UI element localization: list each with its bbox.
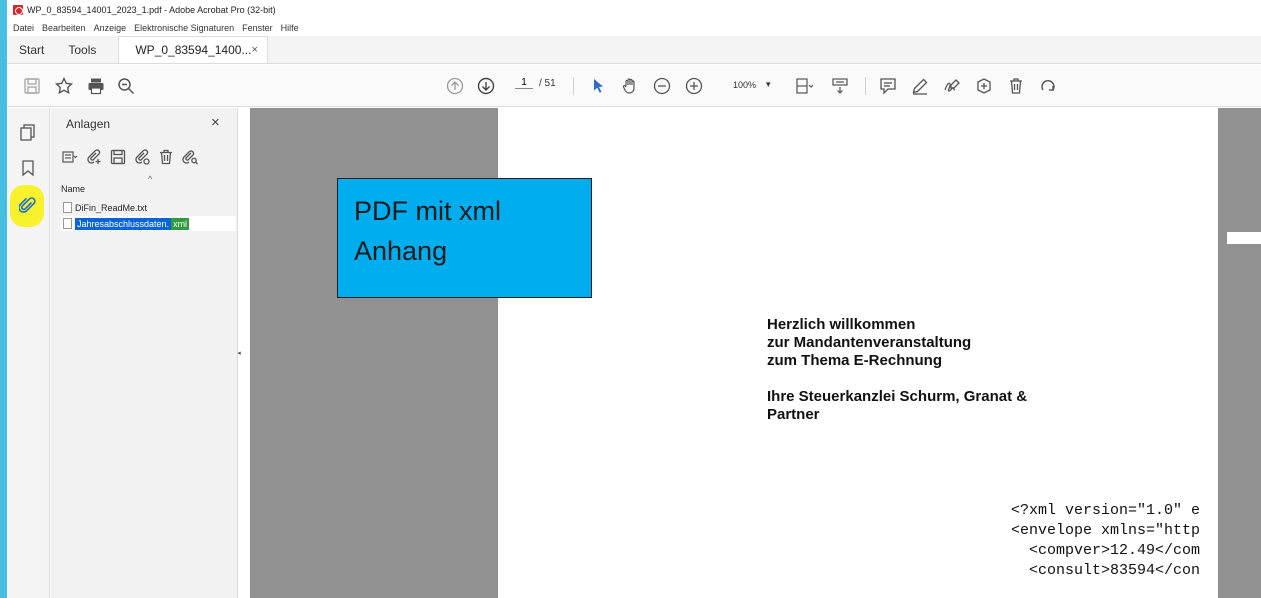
attachments-toolbar (61, 148, 199, 166)
add-attachment-icon[interactable] (85, 148, 103, 166)
page-fit-icon[interactable] (793, 75, 815, 97)
xml-line: <envelope xmlns="http (1011, 522, 1201, 539)
bookmark-star-icon[interactable] (53, 75, 75, 97)
save-icon[interactable] (21, 75, 43, 97)
welcome-line: zum Thema E-Rechnung (767, 352, 943, 369)
attachments-paperclip-icon[interactable] (18, 196, 38, 216)
acrobat-window: WP_0_83594_14001_2023_1.pdf - Adobe Acro… (7, 0, 1261, 598)
toolbar-separator (865, 77, 866, 95)
tab-start[interactable]: Start (7, 36, 56, 63)
page-navigator: / 51 (515, 77, 556, 89)
title-bar: WP_0_83594_14001_2023_1.pdf - Adobe Acro… (7, 0, 1261, 19)
left-navigation-rail (7, 108, 50, 598)
pdf-page: Herzlich willkommen zur Mandantenveranst… (498, 108, 1218, 598)
menu-anzeige[interactable]: Anzeige (94, 23, 127, 33)
tab-tools[interactable]: Tools (56, 36, 108, 63)
bookmarks-icon[interactable] (18, 158, 38, 178)
window-title: WP_0_83594_14001_2023_1.pdf - Adobe Acro… (27, 4, 276, 15)
panel-collapse-handle[interactable]: ◂ (234, 108, 244, 598)
firm-line: Ihre Steuerkanzlei Schurm, Granat & (767, 388, 1028, 405)
menu-fenster[interactable]: Fenster (242, 23, 273, 33)
tab-bar: Start Tools WP_0_83594_1400... × (7, 36, 1261, 64)
zoom-value: 100% (733, 79, 757, 90)
toolbar-separator (573, 77, 574, 95)
panel-title: Anlagen (66, 117, 111, 131)
callout-line: Anhang (354, 236, 448, 266)
tab-document[interactable]: WP_0_83594_1400... × (118, 36, 269, 63)
callout-line: PDF mit xml (354, 196, 501, 226)
sign-icon[interactable] (941, 75, 963, 97)
close-icon[interactable]: × (211, 114, 220, 131)
attachments-panel: Anlagen × ^ Name DiFin_ReadMe.txt Jahres… (51, 108, 238, 598)
delete-attachment-icon[interactable] (157, 148, 175, 166)
fill-sign-icon[interactable] (973, 75, 995, 97)
hand-tool-icon[interactable] (619, 75, 641, 97)
next-page-fragment (1227, 232, 1261, 244)
xml-line: <?xml version="1.0" e (1011, 502, 1201, 519)
xml-line: <consult>83594</con (1011, 562, 1201, 579)
welcome-line: Herzlich willkommen (767, 316, 916, 333)
tab-close-button[interactable]: × (251, 44, 257, 56)
comment-icon[interactable] (877, 75, 899, 97)
save-attachment-icon[interactable] (109, 148, 127, 166)
main-toolbar: / 51 100% ▾ (7, 65, 1261, 107)
zoom-out-icon[interactable] (651, 75, 673, 97)
page-thumbnails-icon[interactable] (18, 122, 38, 142)
scroll-mode-icon[interactable] (829, 75, 851, 97)
rotate-icon[interactable] (1037, 75, 1059, 97)
open-attachment-icon[interactable] (133, 148, 151, 166)
xml-line: <compver>12.49</com (1011, 542, 1201, 559)
menu-datei[interactable]: Datei (13, 23, 34, 33)
menu-elektronische-signaturen[interactable]: Elektronische Signaturen (134, 23, 234, 33)
options-menu-icon[interactable] (61, 148, 79, 166)
xml-preview: <?xml version="1.0" e <envelope xmlns="ht… (1011, 501, 1200, 581)
menu-hilfe[interactable]: Hilfe (281, 23, 299, 33)
current-page-input[interactable] (515, 77, 533, 89)
zoom-select[interactable]: 100% ▾ (733, 79, 771, 90)
attachment-file-extension: xml (171, 217, 190, 230)
zoom-search-icon[interactable] (115, 75, 137, 97)
firm-line: Partner (767, 406, 820, 423)
xml-file-icon (63, 218, 72, 229)
acrobat-logo-icon (13, 4, 23, 15)
delete-icon[interactable] (1005, 75, 1027, 97)
column-header-name[interactable]: Name (61, 184, 85, 194)
next-page-icon[interactable] (475, 75, 497, 97)
sort-caret-icon[interactable]: ^ (148, 174, 152, 184)
attachment-file-name: Jahresabschlussdaten. (75, 217, 172, 230)
attachment-file-name: DiFin_ReadMe.txt (75, 202, 148, 213)
next-page-edge (1218, 108, 1261, 598)
welcome-text: Herzlich willkommen zur Mandantenveranst… (767, 316, 1027, 424)
text-file-icon (63, 202, 72, 213)
menu-bar: Datei Bearbeiten Anzeige Elektronische S… (7, 20, 1261, 36)
menu-bearbeiten[interactable]: Bearbeiten (42, 23, 86, 33)
select-cursor-icon[interactable] (587, 75, 609, 97)
attachment-row-readme[interactable]: DiFin_ReadMe.txt (61, 200, 236, 215)
highlight-pen-icon[interactable] (909, 75, 931, 97)
attachment-row-xml[interactable]: Jahresabschlussdaten. xml (61, 216, 236, 231)
collapse-arrow-icon: ◂ (237, 350, 241, 357)
callout-box: PDF mit xml Anhang (337, 178, 592, 298)
search-attachment-icon[interactable] (181, 148, 199, 166)
chevron-down-icon: ▾ (766, 79, 771, 89)
previous-page-icon[interactable] (444, 75, 466, 97)
print-icon[interactable] (85, 75, 107, 97)
page-total: / 51 (539, 77, 556, 89)
zoom-in-icon[interactable] (683, 75, 705, 97)
welcome-line: zur Mandantenveranstaltung (767, 334, 972, 351)
tab-document-label: WP_0_83594_1400... (135, 43, 252, 57)
